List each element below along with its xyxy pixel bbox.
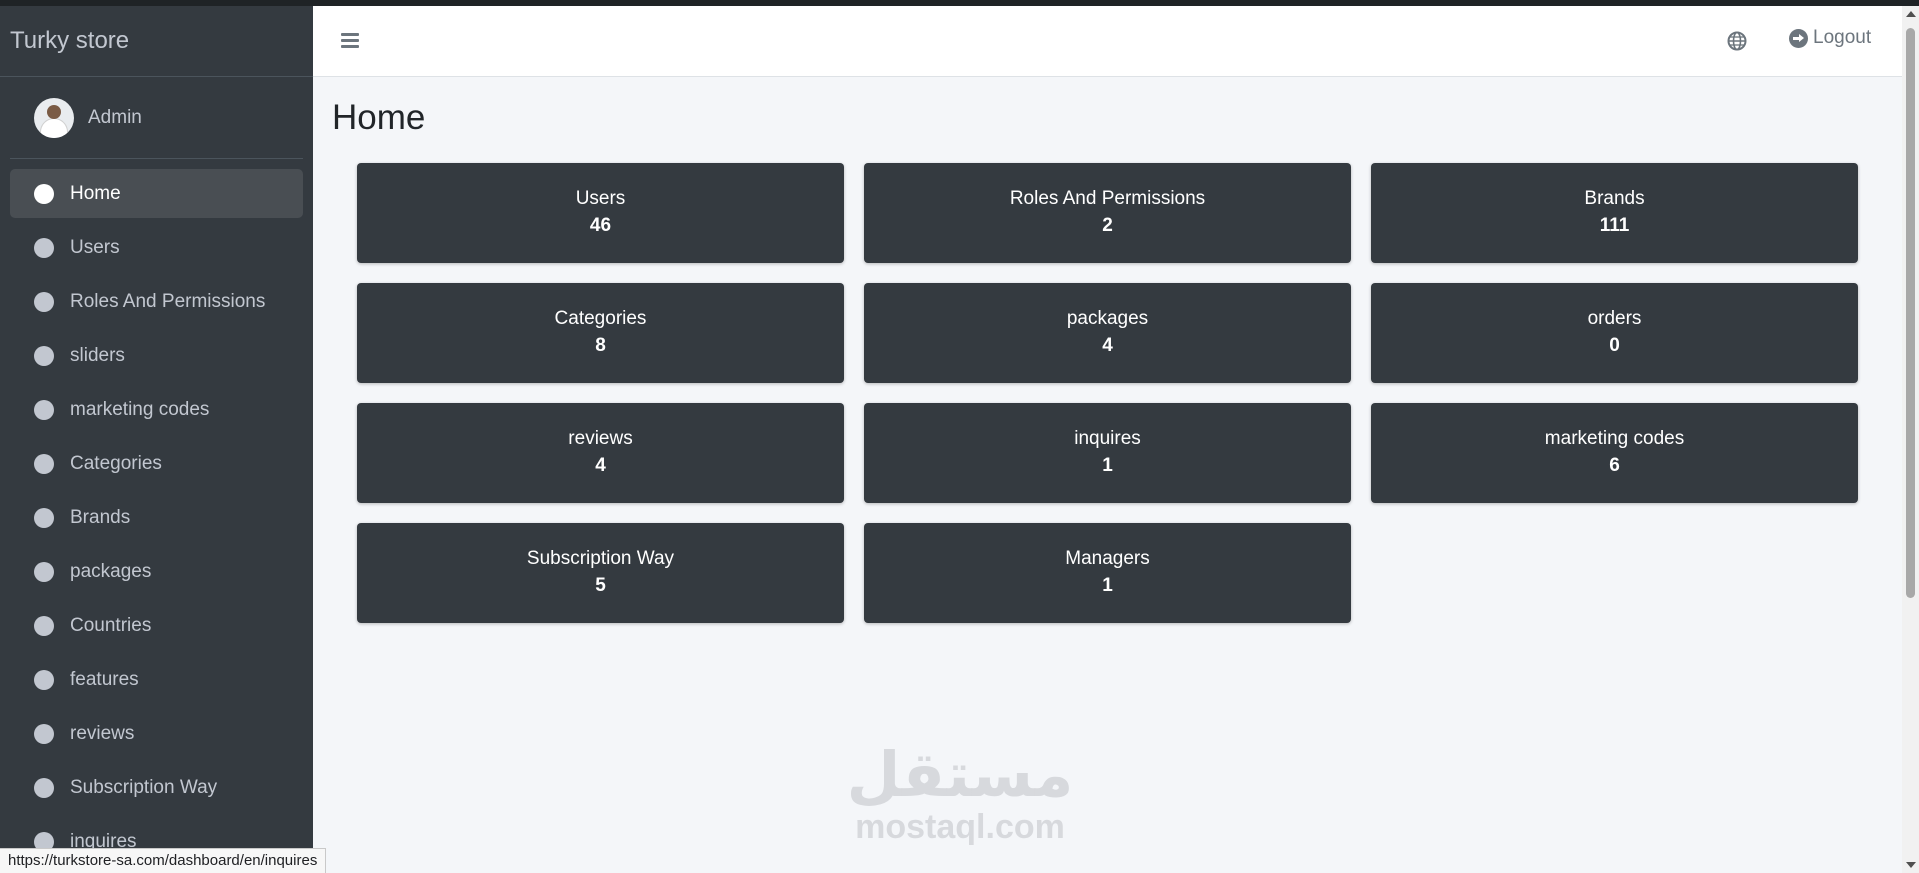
sidebar-item-categories[interactable]: Categories (10, 439, 303, 488)
sidebar-item-reviews[interactable]: reviews (10, 709, 303, 758)
top-navbar: Logout (313, 6, 1902, 77)
sidebar-item-users[interactable]: Users (10, 223, 303, 272)
stat-card-title: reviews (568, 428, 633, 449)
sidebar-item-home[interactable]: Home (10, 169, 303, 218)
circle-icon (34, 183, 54, 204)
circle-icon (34, 777, 54, 798)
browser-status-bar: https://turkstore-sa.com/dashboard/en/in… (0, 848, 327, 873)
sidebar-item-label: Roles And Permissions (70, 290, 266, 312)
stat-card-brands[interactable]: Brands 111 (1371, 163, 1858, 263)
stat-card-value: 111 (1599, 215, 1630, 236)
window-top-border (0, 0, 1919, 6)
sidebar-item-label: marketing codes (70, 398, 210, 420)
stat-card-value: 4 (595, 455, 606, 476)
sidebar-item-label: Categories (70, 452, 162, 474)
stat-card-value: 8 (595, 335, 606, 356)
globe-icon[interactable] (1727, 31, 1747, 51)
sidebar-item-label: sliders (70, 344, 125, 366)
circle-icon (34, 345, 54, 366)
stat-card-title: inquires (1074, 428, 1141, 449)
circle-icon (34, 237, 54, 258)
stat-card-inquires[interactable]: inquires 1 (864, 403, 1351, 503)
stat-card-packages[interactable]: packages 4 (864, 283, 1351, 383)
brand-link[interactable]: Turky store (0, 6, 313, 77)
scroll-thumb[interactable] (1906, 28, 1915, 598)
circle-icon (34, 399, 54, 420)
stat-card-users[interactable]: Users 46 (357, 163, 844, 263)
stat-card-roles[interactable]: Roles And Permissions 2 (864, 163, 1351, 263)
sign-out-icon (1789, 28, 1808, 48)
circle-icon (34, 615, 54, 636)
stat-card-title: Brands (1584, 188, 1645, 209)
stat-card-value: 6 (1609, 455, 1620, 476)
sidebar: Turky store Admin Home Users Roles And P… (0, 6, 313, 873)
sidebar-item-subscription-way[interactable]: Subscription Way (10, 763, 303, 812)
stat-card-title: marketing codes (1544, 428, 1685, 449)
sidebar-item-brands[interactable]: Brands (10, 493, 303, 542)
logout-label: Logout (1813, 27, 1872, 48)
stat-card-title: Roles And Permissions (1009, 188, 1206, 209)
stat-card-title: Managers (1065, 548, 1150, 569)
stat-card-value: 5 (595, 575, 606, 596)
stat-card-managers[interactable]: Managers 1 (864, 523, 1351, 623)
stat-card-value: 1 (1102, 575, 1113, 596)
sidebar-item-marketing-codes[interactable]: marketing codes (10, 385, 303, 434)
stat-card-title: Categories (554, 308, 647, 329)
sidebar-item-label: Home (70, 182, 121, 204)
sidebar-item-label: Countries (70, 614, 152, 636)
circle-icon (34, 291, 54, 312)
stat-card-value: 1 (1102, 455, 1113, 476)
circle-icon (34, 561, 54, 582)
page-scrollbar[interactable] (1902, 6, 1919, 873)
stat-card-value: 0 (1609, 335, 1620, 356)
stat-card-subscription-way[interactable]: Subscription Way 5 (357, 523, 844, 623)
user-panel[interactable]: Admin (10, 77, 303, 159)
sidebar-item-label: Subscription Way (70, 776, 218, 798)
watermark-logo: مستقل mostaql.com (845, 738, 1075, 846)
user-name: Admin (88, 106, 142, 128)
sidebar-nav: Home Users Roles And Permissions sliders… (0, 159, 313, 873)
stat-card-value: 4 (1102, 335, 1113, 356)
sidebar-item-label: Users (70, 236, 120, 258)
stat-card-title: Users (575, 188, 626, 209)
hamburger-icon[interactable] (341, 33, 359, 49)
stat-card-marketing-codes[interactable]: marketing codes 6 (1371, 403, 1858, 503)
sidebar-item-sliders[interactable]: sliders (10, 331, 303, 380)
sidebar-item-countries[interactable]: Countries (10, 601, 303, 650)
brand-text: Turky store (10, 27, 130, 54)
sidebar-item-label: reviews (70, 722, 135, 744)
watermark-arabic: مستقل (846, 738, 1074, 811)
logout-button[interactable]: Logout (1789, 27, 1871, 49)
sidebar-item-roles[interactable]: Roles And Permissions (10, 277, 303, 326)
stat-card-categories[interactable]: Categories 8 (357, 283, 844, 383)
stat-card-reviews[interactable]: reviews 4 (357, 403, 844, 503)
sidebar-item-packages[interactable]: packages (10, 547, 303, 596)
circle-icon (34, 507, 54, 528)
watermark-latin: mostaql.com (855, 808, 1065, 846)
sidebar-item-label: packages (70, 560, 152, 582)
stat-card-title: Subscription Way (526, 548, 675, 569)
stat-card-title: orders (1587, 308, 1642, 329)
scroll-up-arrow-icon[interactable] (1906, 11, 1916, 17)
sidebar-item-features[interactable]: features (10, 655, 303, 704)
stat-card-orders[interactable]: orders 0 (1371, 283, 1858, 383)
scroll-down-arrow-icon[interactable] (1906, 862, 1916, 868)
stat-card-value: 2 (1102, 215, 1113, 236)
sidebar-item-label: features (70, 668, 139, 690)
stat-card-title: packages (1066, 308, 1149, 329)
stats-grid: Users 46 Roles And Permissions 2 Brands … (357, 163, 1858, 623)
sidebar-item-label: Brands (70, 506, 131, 528)
avatar (34, 97, 74, 138)
page-title: Home (332, 98, 426, 137)
circle-icon (34, 669, 54, 690)
stat-card-value: 46 (589, 215, 612, 236)
circle-icon (34, 723, 54, 744)
circle-icon (34, 453, 54, 474)
